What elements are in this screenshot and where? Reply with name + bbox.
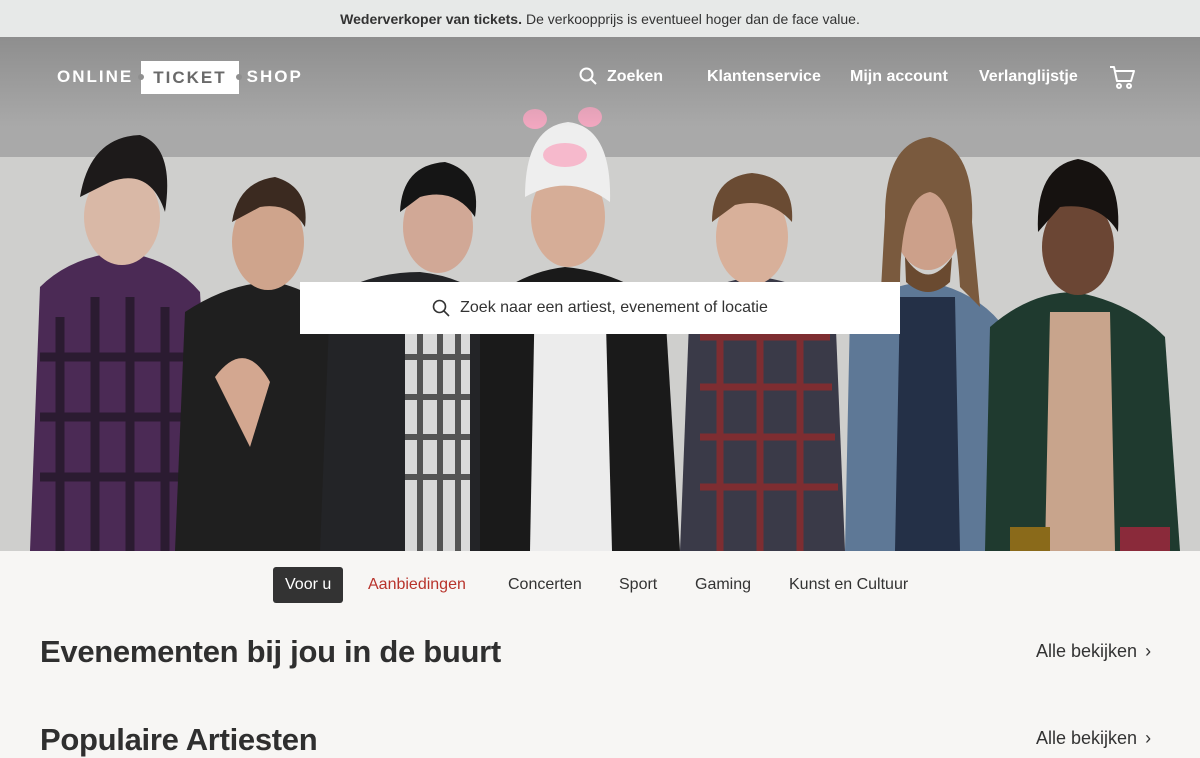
section-title-nearby-events: Evenementen bij jou in de buurt xyxy=(40,634,501,669)
tab-voor-u[interactable]: Voor u xyxy=(273,567,344,603)
see-all-label: Alle bekijken xyxy=(1036,641,1138,661)
chevron-right-icon: › xyxy=(1145,641,1152,661)
hero-search-placeholder: Zoek naar een artiest, evenement of loca… xyxy=(460,299,768,316)
tab-gaming[interactable]: Gaming xyxy=(695,567,751,603)
nav-my-account[interactable]: Mijn account xyxy=(850,68,948,86)
chevron-right-icon: › xyxy=(1145,728,1152,748)
category-tabs: Voor u Aanbiedingen Concerten Sport Gami… xyxy=(0,567,1200,603)
nav-customer-service[interactable]: Klantenservice xyxy=(707,68,821,86)
notice-bold: Wederverkoper van tickets. xyxy=(340,10,522,27)
see-all-label: Alle bekijken xyxy=(1036,728,1138,748)
notice-text: De verkoopprijs is eventueel hoger dan d… xyxy=(525,10,860,27)
nav-search-link[interactable]: Zoeken xyxy=(607,68,663,86)
section-title-popular-artists: Populaire Artiesten xyxy=(40,722,318,757)
tab-sport[interactable]: Sport xyxy=(619,567,657,603)
tab-concerten[interactable]: Concerten xyxy=(508,567,582,603)
logo-text-online: ONLINE xyxy=(57,67,134,86)
reseller-notice-bar: Wederverkoper van tickets. De verkooppri… xyxy=(0,0,1200,37)
site-logo[interactable]: ONLINE TICKET SHOP xyxy=(57,60,303,94)
logo-text-shop: SHOP xyxy=(246,67,303,86)
cart-icon[interactable] xyxy=(1108,63,1136,91)
search-icon[interactable] xyxy=(579,67,597,85)
hero-search-input[interactable]: Zoek naar een artiest, evenement of loca… xyxy=(300,282,900,334)
logo-text-ticket: TICKET xyxy=(138,60,243,94)
see-all-artists-link[interactable]: Alle bekijken › xyxy=(1036,728,1151,749)
see-all-nearby-link[interactable]: Alle bekijken › xyxy=(1036,641,1151,662)
tab-kunst-en-cultuur[interactable]: Kunst en Cultuur xyxy=(789,567,908,603)
tab-aanbiedingen[interactable]: Aanbiedingen xyxy=(368,567,466,603)
search-icon xyxy=(432,299,450,317)
nav-wishlist[interactable]: Verlanglijstje xyxy=(979,68,1078,86)
